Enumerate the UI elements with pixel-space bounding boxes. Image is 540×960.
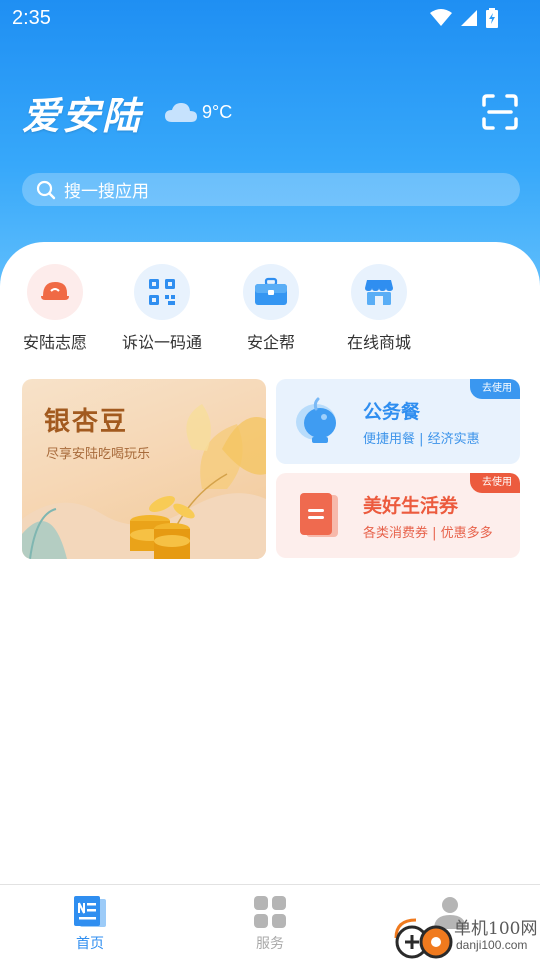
- news-icon: [74, 896, 106, 927]
- search-placeholder: 搜一搜应用: [64, 182, 149, 202]
- tab-services-label: 服务: [256, 936, 284, 952]
- search-input[interactable]: 搜一搜应用: [22, 173, 520, 206]
- gingko-card-subtitle: 尽享安陆吃喝玩乐: [46, 447, 151, 462]
- qr-code-icon: [149, 279, 175, 305]
- status-icons: [430, 8, 528, 28]
- app-title: 爱安陆: [22, 92, 143, 138]
- quick-icon-wrap: [27, 264, 83, 320]
- quick-action-enterprise[interactable]: 安企帮: [216, 264, 326, 353]
- watermark-text: 单机100网: [454, 919, 538, 939]
- search-icon: [36, 180, 56, 199]
- official-meal-go-badge[interactable]: 去使用: [470, 379, 520, 399]
- scan-button[interactable]: [480, 92, 520, 132]
- official-meal-card[interactable]: 去使用 公务餐 便捷用餐 | 经济实惠: [276, 379, 520, 464]
- volunteer-cap-icon: [41, 282, 69, 300]
- scan-icon: [482, 94, 518, 130]
- cell-signal-icon: [461, 10, 477, 26]
- gingko-bean-card[interactable]: 银杏豆 尽享安陆吃喝玩乐: [22, 379, 266, 559]
- watermark-logo-icon: [394, 918, 453, 959]
- official-meal-subtitle: 便捷用餐 | 经济实惠: [363, 432, 480, 447]
- gingko-card-title: 银杏豆: [44, 407, 129, 437]
- life-voucher-card[interactable]: 去使用 美好生活券 各类消费券 | 优惠多多: [276, 473, 520, 558]
- briefcase-icon: [255, 277, 287, 305]
- cloud-icon: [165, 103, 198, 122]
- store-icon: [365, 280, 393, 305]
- voucher-book-icon: [300, 493, 338, 537]
- grid-icon: [254, 896, 286, 928]
- life-voucher-subtitle: 各类消费券 | 优惠多多: [363, 526, 493, 541]
- official-meal-title: 公务餐: [363, 401, 421, 423]
- weather-widget[interactable]: 9°C: [164, 100, 232, 124]
- bowl-icon: [296, 397, 336, 443]
- quick-label: 诉讼一码通: [121, 333, 202, 352]
- battery-icon: [486, 8, 498, 28]
- status-time: 2:35: [12, 6, 51, 29]
- life-voucher-go-badge[interactable]: 去使用: [470, 473, 520, 493]
- quick-label: 安陆志愿: [22, 333, 87, 352]
- quick-action-litigation[interactable]: 诉讼一码通: [107, 264, 217, 353]
- quick-action-mall[interactable]: 在线商城: [324, 264, 434, 353]
- tab-services[interactable]: 服务: [220, 895, 320, 953]
- status-bar: 2:35: [0, 0, 540, 36]
- quick-label: 安企帮: [246, 333, 295, 352]
- watermark-url: danji100.com: [456, 938, 528, 952]
- tab-home-label: 首页: [76, 936, 104, 952]
- tab-home[interactable]: 首页: [40, 895, 140, 953]
- quick-action-volunteer[interactable]: 安陆志愿: [0, 264, 110, 353]
- life-voucher-title: 美好生活券: [363, 495, 459, 517]
- wifi-icon: [430, 9, 452, 26]
- quick-icon-wrap: [351, 264, 407, 320]
- brand-row: 爱安陆 9°C: [22, 88, 522, 138]
- watermark: 单机100网 danji100.com: [390, 912, 540, 960]
- quick-icon-wrap: [134, 264, 190, 320]
- weather-temperature: 9°C: [202, 101, 233, 122]
- quick-icon-wrap: [243, 264, 299, 320]
- quick-label: 在线商城: [346, 333, 411, 352]
